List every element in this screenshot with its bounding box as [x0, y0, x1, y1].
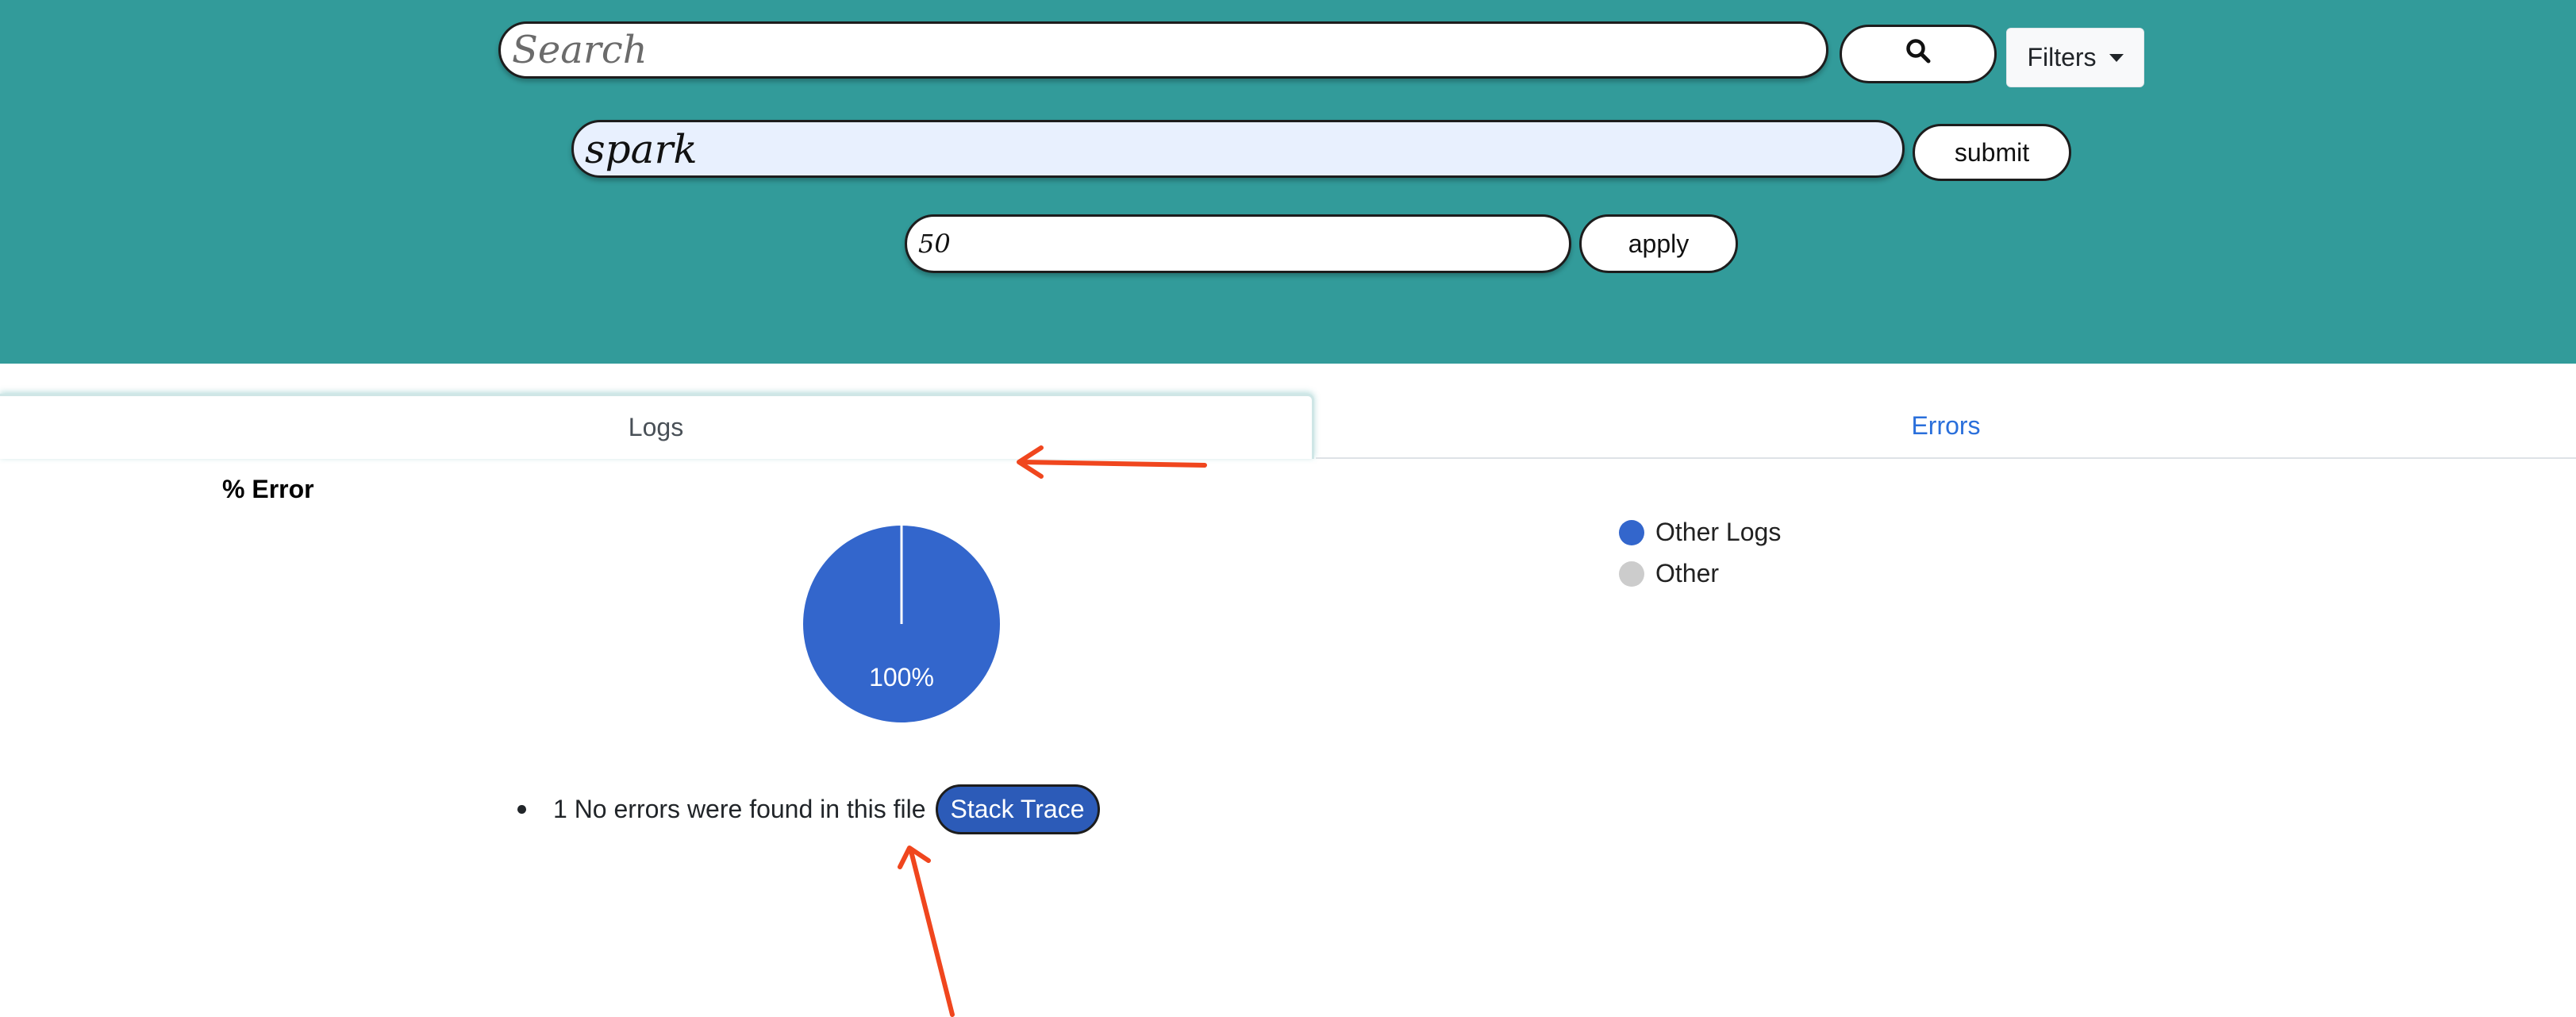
- tab-logs-label: Logs: [628, 413, 684, 441]
- legend-item-other-logs[interactable]: Other Logs: [1619, 518, 1781, 547]
- bullet-icon: [517, 805, 526, 814]
- apply-button[interactable]: apply: [1579, 214, 1738, 273]
- error-list-item: 1 No errors were found in this file Stac…: [517, 784, 1100, 834]
- search-button[interactable]: [1840, 25, 1997, 83]
- stack-trace-button[interactable]: Stack Trace: [935, 784, 1100, 834]
- header-bar: Filters submit apply: [0, 0, 2576, 364]
- search-input[interactable]: [498, 21, 1828, 79]
- error-message: 1 No errors were found in this file: [553, 795, 926, 823]
- tab-logs[interactable]: Logs: [0, 394, 1314, 459]
- pie-data-label: 100%: [869, 663, 934, 691]
- search-icon: [1905, 37, 1932, 71]
- filters-dropdown-button[interactable]: Filters: [2006, 28, 2144, 87]
- annotation-arrow-vertical: [898, 846, 955, 1017]
- filters-label: Filters: [2027, 43, 2097, 71]
- legend-swatch-other-logs: [1619, 519, 1644, 545]
- pie-chart: 100%: [803, 526, 1000, 722]
- chart-title: % Error: [222, 475, 314, 503]
- submit-label: submit: [1954, 137, 2030, 167]
- apply-label: apply: [1628, 229, 1690, 258]
- legend-label-other-logs: Other Logs: [1655, 518, 1782, 546]
- legend-label-other: Other: [1655, 559, 1720, 587]
- caret-down-icon: [2109, 53, 2124, 62]
- legend-item-other[interactable]: Other: [1619, 559, 1719, 588]
- legend-swatch-other: [1619, 561, 1644, 587]
- limit-input[interactable]: [905, 214, 1571, 273]
- submit-button[interactable]: submit: [1913, 124, 2071, 181]
- query-input[interactable]: [571, 120, 1905, 178]
- tab-errors[interactable]: Errors: [1316, 394, 2576, 459]
- tab-errors-label: Errors: [1911, 410, 1981, 440]
